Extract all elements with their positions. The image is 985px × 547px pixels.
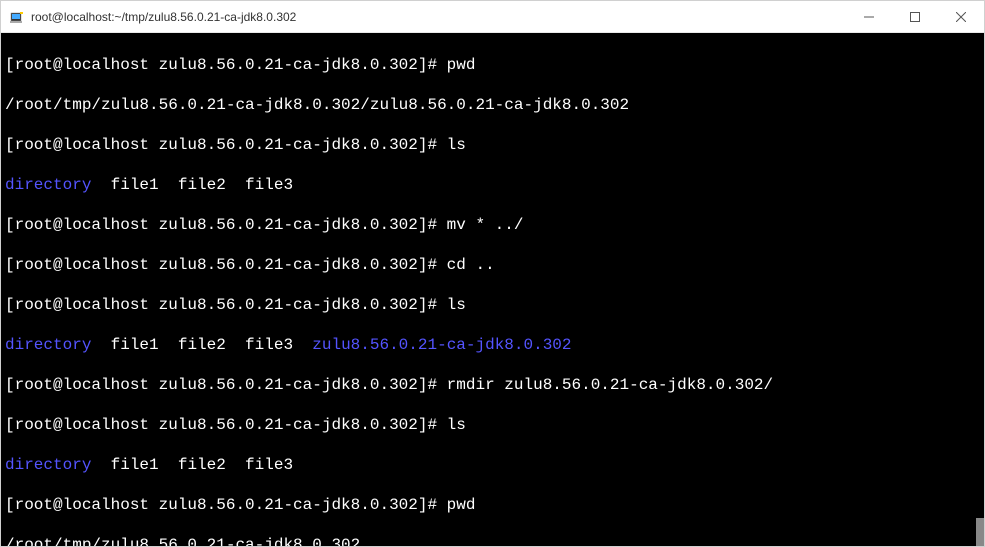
command: ls	[447, 416, 466, 434]
minimize-button[interactable]	[846, 1, 892, 32]
prompt: [root@localhost zulu8.56.0.21-ca-jdk8.0.…	[5, 136, 447, 154]
terminal-line: /root/tmp/zulu8.56.0.21-ca-jdk8.0.302/zu…	[5, 95, 980, 115]
terminal-line: [root@localhost zulu8.56.0.21-ca-jdk8.0.…	[5, 135, 980, 155]
file-entries: file1 file2 file3	[91, 336, 312, 354]
command: rmdir zulu8.56.0.21-ca-jdk8.0.302/	[447, 376, 773, 394]
output: /root/tmp/zulu8.56.0.21-ca-jdk8.0.302	[5, 536, 360, 546]
maximize-button[interactable]	[892, 1, 938, 32]
prompt: [root@localhost zulu8.56.0.21-ca-jdk8.0.…	[5, 216, 447, 234]
prompt: [root@localhost zulu8.56.0.21-ca-jdk8.0.…	[5, 376, 447, 394]
terminal-area[interactable]: [root@localhost zulu8.56.0.21-ca-jdk8.0.…	[1, 33, 984, 546]
prompt: [root@localhost zulu8.56.0.21-ca-jdk8.0.…	[5, 56, 447, 74]
putty-icon	[9, 9, 25, 25]
terminal-line: [root@localhost zulu8.56.0.21-ca-jdk8.0.…	[5, 295, 980, 315]
terminal-line: directory file1 file2 file3	[5, 175, 980, 195]
command: cd ..	[447, 256, 495, 274]
terminal-line: directory file1 file2 file3 zulu8.56.0.2…	[5, 335, 980, 355]
command: pwd	[447, 56, 476, 74]
window-title: root@localhost:~/tmp/zulu8.56.0.21-ca-jd…	[31, 10, 846, 24]
file-entries: file1 file2 file3	[91, 456, 293, 474]
window-controls	[846, 1, 984, 32]
prompt: [root@localhost zulu8.56.0.21-ca-jdk8.0.…	[5, 256, 447, 274]
directory-entry: zulu8.56.0.21-ca-jdk8.0.302	[312, 336, 571, 354]
close-button[interactable]	[938, 1, 984, 32]
titlebar[interactable]: root@localhost:~/tmp/zulu8.56.0.21-ca-jd…	[1, 1, 984, 33]
terminal-line: [root@localhost zulu8.56.0.21-ca-jdk8.0.…	[5, 255, 980, 275]
prompt: [root@localhost zulu8.56.0.21-ca-jdk8.0.…	[5, 296, 447, 314]
scrollbar-thumb[interactable]	[976, 518, 984, 546]
command: mv * ../	[447, 216, 524, 234]
terminal-line: directory file1 file2 file3	[5, 455, 980, 475]
command: ls	[447, 136, 466, 154]
command: ls	[447, 296, 466, 314]
terminal-line: [root@localhost zulu8.56.0.21-ca-jdk8.0.…	[5, 415, 980, 435]
file-entries: file1 file2 file3	[91, 176, 293, 194]
terminal-line: /root/tmp/zulu8.56.0.21-ca-jdk8.0.302	[5, 535, 980, 546]
prompt: [root@localhost zulu8.56.0.21-ca-jdk8.0.…	[5, 496, 447, 514]
directory-entry: directory	[5, 336, 91, 354]
directory-entry: directory	[5, 456, 91, 474]
directory-entry: directory	[5, 176, 91, 194]
prompt: [root@localhost zulu8.56.0.21-ca-jdk8.0.…	[5, 416, 447, 434]
terminal-line: [root@localhost zulu8.56.0.21-ca-jdk8.0.…	[5, 375, 980, 395]
terminal-window: root@localhost:~/tmp/zulu8.56.0.21-ca-jd…	[0, 0, 985, 547]
output: /root/tmp/zulu8.56.0.21-ca-jdk8.0.302/zu…	[5, 96, 629, 114]
command: pwd	[447, 496, 476, 514]
terminal-line: [root@localhost zulu8.56.0.21-ca-jdk8.0.…	[5, 495, 980, 515]
terminal-line: [root@localhost zulu8.56.0.21-ca-jdk8.0.…	[5, 55, 980, 75]
terminal-line: [root@localhost zulu8.56.0.21-ca-jdk8.0.…	[5, 215, 980, 235]
